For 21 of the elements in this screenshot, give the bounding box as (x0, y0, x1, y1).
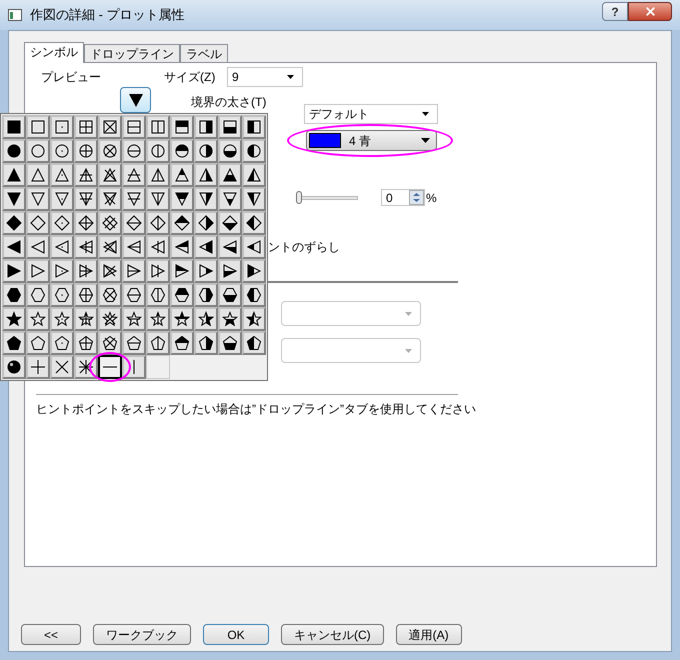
dialog-button[interactable]: キャンセル(C) (281, 624, 384, 645)
border-width-dropdown[interactable]: デフォルト (304, 104, 438, 124)
color-dropdown[interactable]: 4 青 (306, 130, 437, 151)
dialog-button[interactable]: 適用(A) (396, 624, 462, 645)
window-title: 作図の詳細 - プロット属性 (30, 6, 186, 24)
tab[interactable]: ラベル (180, 44, 228, 62)
border-width-label: 境界の太さ(T) (191, 95, 268, 109)
preview-label: プレビュー (41, 69, 102, 86)
percent-unit: % (426, 190, 437, 206)
help-button[interactable]: ? (602, 2, 628, 20)
offset-label: ントのずらし (268, 239, 341, 256)
dialog-button[interactable]: OK (203, 624, 269, 645)
dialog-button[interactable]: << (21, 624, 81, 645)
size-dropdown[interactable]: 9 (227, 67, 303, 87)
dialog-button[interactable]: ワークブック (93, 624, 191, 645)
hint-text: ヒントポイントをスキップしたい場合は”ドロップライン”タブを使用してください (36, 401, 477, 418)
size-label: サイズ(Z) (164, 69, 216, 86)
color-label: 4 青 (349, 132, 372, 150)
tab[interactable]: シンボル (24, 42, 84, 63)
tab[interactable]: ドロップライン (84, 44, 180, 62)
transparency-spinbox[interactable]: 0 (381, 189, 425, 206)
